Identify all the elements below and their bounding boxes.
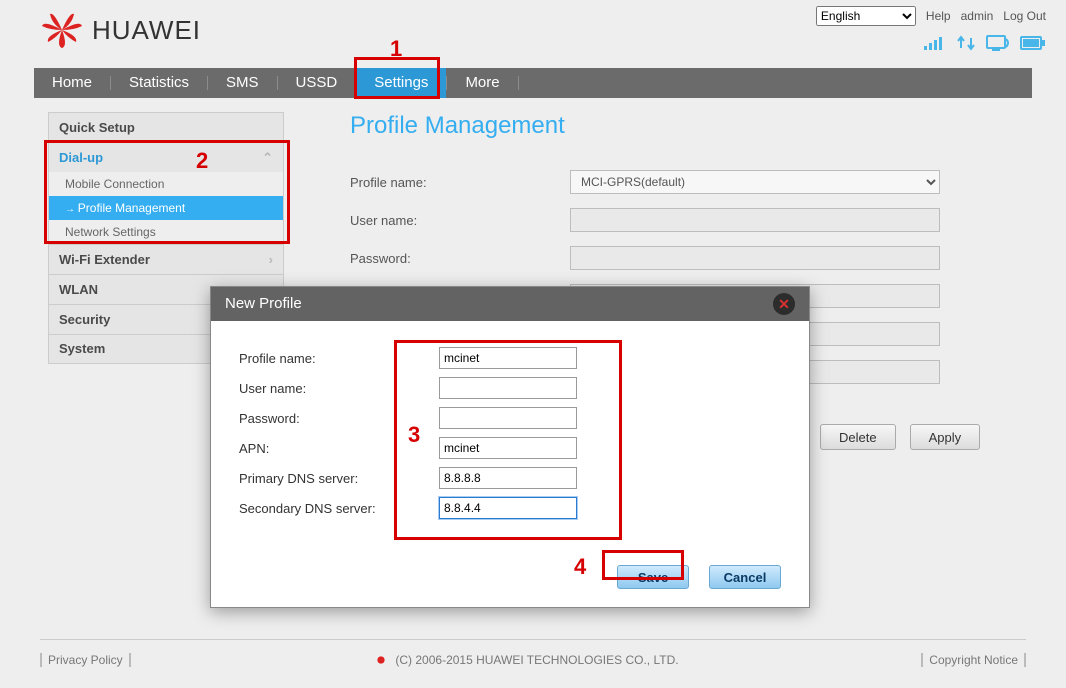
huawei-logo-icon [40,10,84,50]
huawei-mini-logo-icon [373,652,389,668]
save-button[interactable]: Save [617,565,689,589]
signal-icon [924,34,946,52]
password-field[interactable] [570,246,940,270]
nav-ussd[interactable]: USSD [278,68,356,98]
sidebar-sub-profile-management[interactable]: Profile Management [48,196,284,220]
modal-label-apn: APN: [239,441,439,456]
modal-label-profile-name: Profile name: [239,351,439,366]
footer: Privacy Policy (C) 2006-2015 HUAWEI TECH… [40,639,1026,668]
modal-title: New Profile [225,287,302,321]
cancel-button[interactable]: Cancel [709,565,781,589]
new-profile-modal: New Profile ✕ Profile name: User name: P… [210,286,810,608]
modal-profile-name-input[interactable] [439,347,577,369]
monitor-icon [986,34,1010,52]
username-field[interactable] [570,208,940,232]
modal-user-name-input[interactable] [439,377,577,399]
sidebar-sub-mobile-connection[interactable]: Mobile Connection [48,172,284,196]
delete-button[interactable]: Delete [820,424,896,450]
label-user-name: User name: [350,213,570,228]
nav-more[interactable]: More [447,68,517,98]
close-icon[interactable]: ✕ [773,293,795,315]
modal-label-primary-dns: Primary DNS server: [239,471,439,486]
annotation-number-1: 1 [390,36,402,62]
nav-settings[interactable]: Settings [356,68,446,98]
modal-secondary-dns-input[interactable] [439,497,577,519]
modal-titlebar: New Profile ✕ [211,287,809,321]
chevron-right-icon: › [269,245,273,275]
main-nav: Home Statistics SMS USSD Settings More [34,68,1032,98]
brand-text: HUAWEI [92,15,201,46]
language-select[interactable]: English [816,6,916,26]
sidebar-dialup[interactable]: Dial-up⌃ [48,142,284,172]
modal-label-user-name: User name: [239,381,439,396]
status-icons [924,34,1046,52]
label-profile-name: Profile name: [350,175,570,190]
modal-label-password: Password: [239,411,439,426]
page-title: Profile Management [350,112,1006,140]
apply-button[interactable]: Apply [910,424,981,450]
nav-home[interactable]: Home [34,68,110,98]
modal-apn-input[interactable] [439,437,577,459]
brand-logo: HUAWEI [40,10,201,50]
privacy-policy-link[interactable]: Privacy Policy [40,653,131,667]
battery-icon [1020,35,1046,51]
profile-select[interactable]: MCI-GPRS(default) [570,170,940,194]
modal-password-input[interactable] [439,407,577,429]
label-password: Password: [350,251,570,266]
logout-link[interactable]: Log Out [1003,9,1046,23]
modal-primary-dns-input[interactable] [439,467,577,489]
nav-sms[interactable]: SMS [208,68,277,98]
help-link[interactable]: Help [926,9,951,23]
sidebar-quick-setup[interactable]: Quick Setup [48,112,284,142]
chevron-up-icon: ⌃ [262,143,273,173]
top-bar: English Help admin Log Out [816,6,1046,26]
copyright-text: (C) 2006-2015 HUAWEI TECHNOLOGIES CO., L… [395,653,678,667]
nav-statistics[interactable]: Statistics [111,68,207,98]
modal-label-secondary-dns: Secondary DNS server: [239,501,439,516]
copyright-notice-link[interactable]: Copyright Notice [921,653,1026,667]
sidebar-sub-network-settings[interactable]: Network Settings [48,220,284,244]
sidebar-wifi-extender[interactable]: Wi-Fi Extender› [48,244,284,274]
updown-arrows-icon [956,34,976,52]
user-label: admin [961,9,994,23]
